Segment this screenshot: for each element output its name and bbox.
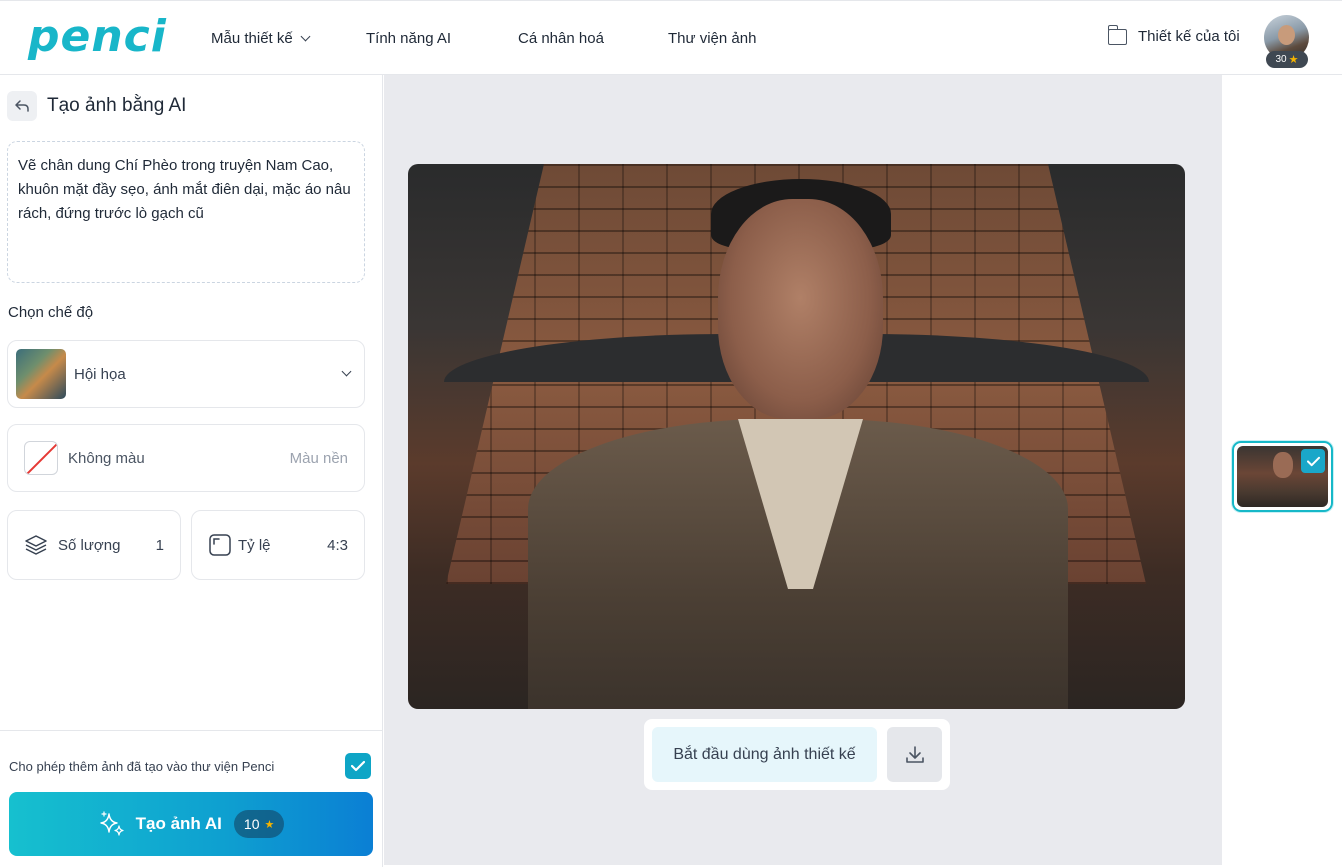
generate-footer: Cho phép thêm ảnh đã tạo vào thư viện Pe… — [0, 730, 383, 867]
credit-count: 30 — [1275, 54, 1287, 65]
nav-item-label: Tính năng AI — [366, 29, 452, 47]
folder-icon — [1107, 24, 1127, 45]
background-color-picker[interactable]: Không màu Màu nền — [7, 424, 365, 492]
generated-image[interactable] — [408, 164, 1185, 709]
mode-select[interactable]: Hội họa — [7, 340, 365, 408]
nav-item-photo-library[interactable]: Thư viện ảnh — [668, 28, 788, 48]
sparkles-icon — [99, 811, 124, 836]
penci-logo[interactable]: penci — [28, 13, 167, 61]
no-color-swatch — [24, 441, 58, 475]
results-rail — [1222, 75, 1342, 867]
my-designs-label: Thiết kế của tôi — [1138, 28, 1240, 45]
allow-library-label: Cho phép thêm ảnh đã tạo vào thư viện Pe… — [9, 759, 275, 774]
download-icon — [905, 745, 924, 763]
nav-item-templates[interactable]: Mẫu thiết kế — [211, 28, 366, 48]
result-thumbnail[interactable] — [1232, 441, 1333, 512]
top-header: penci Mẫu thiết kế Tính năng AI Cá nhân … — [0, 0, 1342, 75]
use-in-design-button[interactable]: Bắt đầu dùng ảnh thiết kế — [652, 727, 877, 782]
chevron-down-icon — [341, 366, 352, 377]
color-hint: Màu nền — [289, 450, 348, 467]
preview-canvas: Bắt đầu dùng ảnh thiết kế — [384, 75, 1222, 865]
layers-icon — [25, 535, 47, 555]
aspect-ratio-icon — [209, 534, 231, 556]
quantity-select[interactable]: Số lượng 1 — [7, 510, 181, 580]
star-icon: ★ — [1288, 54, 1299, 66]
ratio-select[interactable]: Tỷ lệ 4:3 — [191, 510, 365, 580]
check-icon — [1306, 456, 1320, 466]
color-value: Không màu — [68, 450, 145, 467]
generate-ai-image-button[interactable]: Tạo ảnh AI 10 ★ — [9, 792, 373, 856]
generate-label: Tạo ảnh AI — [135, 814, 222, 833]
ratio-label: Tỷ lệ — [238, 537, 271, 554]
prompt-textarea[interactable]: Vẽ chân dung Chí Phèo trong truyện Nam C… — [7, 141, 365, 283]
back-button[interactable] — [7, 91, 37, 121]
my-designs-link[interactable]: Thiết kế của tôi — [1107, 24, 1240, 45]
nav-item-personalize[interactable]: Cá nhân hoá — [518, 28, 668, 48]
quantity-label: Số lượng — [58, 537, 121, 554]
ai-generator-panel: Tạo ảnh bằng AI Vẽ chân dung Chí Phèo tr… — [0, 75, 383, 867]
nav-item-label: Thư viện ảnh — [668, 29, 757, 47]
download-button[interactable] — [887, 727, 942, 782]
selected-check — [1301, 449, 1325, 473]
check-icon — [351, 760, 365, 772]
main-nav: Mẫu thiết kế Tính năng AI Cá nhân hoá Th… — [211, 28, 788, 48]
chevron-down-icon — [300, 31, 311, 41]
nav-item-label: Mẫu thiết kế — [211, 29, 293, 47]
panel-title: Tạo ảnh bằng AI — [47, 95, 187, 116]
generate-cost-badge: 10 ★ — [233, 810, 285, 838]
star-icon: ★ — [264, 818, 275, 831]
generate-cost: 10 — [243, 816, 260, 832]
quantity-value: 1 — [155, 537, 164, 554]
nav-item-label: Cá nhân hoá — [518, 29, 604, 47]
figure-face — [718, 199, 883, 419]
back-arrow-icon — [15, 100, 29, 112]
mode-thumbnail — [16, 349, 66, 399]
allow-library-checkbox[interactable] — [345, 753, 371, 779]
ratio-value: 4:3 — [327, 537, 348, 554]
mode-section-label: Chọn chế độ — [8, 304, 94, 321]
credit-badge: 30 ★ — [1266, 51, 1308, 68]
image-actions: Bắt đầu dùng ảnh thiết kế — [644, 719, 950, 790]
mode-value: Hội họa — [74, 366, 126, 383]
nav-item-ai-features[interactable]: Tính năng AI — [366, 28, 518, 48]
